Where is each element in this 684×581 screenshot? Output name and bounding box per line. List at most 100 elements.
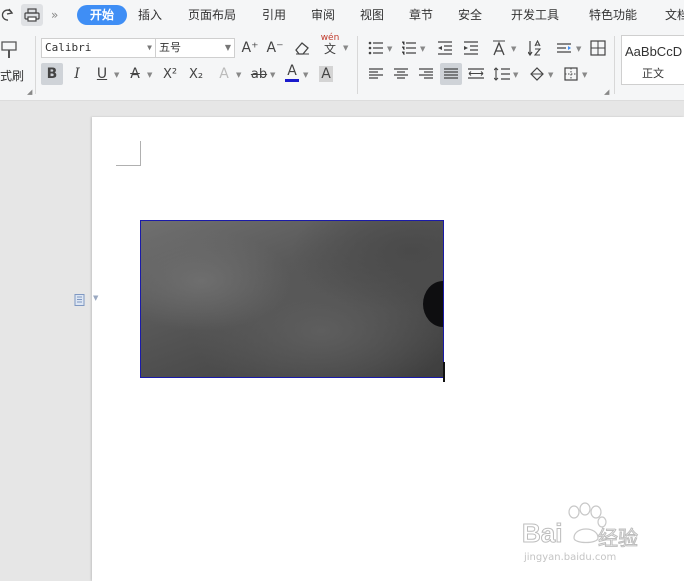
chevron-down-icon[interactable]: ▼	[343, 44, 348, 52]
group-expander-icon[interactable]: ◢	[604, 88, 609, 96]
tab-home[interactable]: 开始	[77, 5, 127, 25]
grow-font-button[interactable]: A⁺	[239, 37, 261, 59]
sort-button[interactable]	[525, 37, 547, 59]
decrease-indent-button[interactable]	[434, 37, 456, 59]
increase-indent-icon	[464, 41, 478, 55]
text-effect-button[interactable]: A	[213, 63, 235, 85]
tab-insert[interactable]: 插入	[138, 7, 162, 23]
chevron-down-icon[interactable]: ▼	[147, 71, 152, 79]
tab-developer-tools[interactable]: 开发工具	[511, 7, 559, 23]
font-name-select[interactable]: Calibri ▼	[41, 38, 156, 58]
table-insert-button[interactable]	[587, 37, 609, 59]
shading-button[interactable]	[526, 63, 548, 85]
strikethrough-button[interactable]: A	[124, 63, 146, 85]
line-spacing-button[interactable]	[553, 37, 575, 59]
chevron-down-icon[interactable]: ▼	[387, 45, 392, 53]
undo-icon[interactable]	[0, 6, 14, 24]
subscript-icon: X₂	[188, 66, 204, 82]
chevron-down-icon[interactable]: ▼	[303, 71, 308, 79]
chevron-down-icon[interactable]: ▼	[420, 45, 425, 53]
align-right-icon	[419, 68, 433, 79]
tab-references[interactable]: 引用	[262, 7, 286, 23]
chevron-down-icon[interactable]: ▼	[236, 71, 241, 79]
paint-bucket-icon	[530, 67, 544, 81]
shrink-font-icon: A⁻	[266, 40, 284, 56]
underline-icon: U	[96, 66, 108, 82]
borders-icon	[564, 67, 578, 81]
tab-review[interactable]: 审阅	[311, 7, 335, 23]
italic-button[interactable]: I	[66, 63, 88, 85]
font-size-value: 五号	[159, 41, 181, 54]
print-icon[interactable]	[21, 4, 43, 26]
inserted-image[interactable]	[140, 220, 444, 378]
highlight-button[interactable]: ab	[248, 63, 270, 85]
text-direction-button[interactable]	[488, 37, 510, 59]
group-expander-icon[interactable]: ◢	[27, 88, 32, 96]
highlight-icon: ab	[250, 66, 268, 82]
underline-button[interactable]: U	[91, 63, 113, 85]
character-shading-button[interactable]: A	[315, 63, 337, 85]
tab-special-features[interactable]: 特色功能	[589, 7, 637, 23]
chevron-down-icon[interactable]: ▼	[548, 71, 553, 79]
justify-icon	[444, 68, 458, 79]
superscript-icon: X²	[162, 66, 178, 82]
distributed-align-button[interactable]	[465, 63, 487, 85]
table-icon	[590, 40, 606, 56]
font-color-button[interactable]: A	[281, 61, 303, 83]
align-left-icon	[369, 68, 383, 79]
paragraph-layout-icon[interactable]	[74, 291, 86, 306]
align-left-button[interactable]	[365, 63, 387, 85]
text-cursor	[443, 362, 445, 382]
superscript-button[interactable]: X²	[159, 63, 181, 85]
subscript-button[interactable]: X₂	[185, 63, 207, 85]
chevron-down-icon[interactable]: ▼	[270, 71, 275, 79]
italic-icon: I	[74, 66, 80, 82]
chevron-down-icon: ▼	[147, 43, 152, 52]
separator	[614, 36, 615, 94]
chevron-down-icon[interactable]: ▼	[511, 45, 516, 53]
bold-button[interactable]: B	[41, 63, 63, 85]
style-preview-text: AaBbCcD	[625, 44, 683, 59]
tab-chapter[interactable]: 章节	[409, 7, 433, 23]
tab-view[interactable]: 视图	[360, 7, 384, 23]
tab-page-layout[interactable]: 页面布局	[188, 7, 236, 23]
eraser-icon	[295, 42, 309, 55]
separator	[357, 36, 358, 94]
chevron-down-icon[interactable]: ▼	[513, 71, 518, 79]
watermark-brand-cn: 经验	[598, 526, 639, 551]
chevron-down-icon[interactable]: ▼	[576, 45, 581, 53]
borders-button[interactable]	[560, 63, 582, 85]
style-gallery-normal[interactable]: AaBbCcD 正文	[621, 35, 684, 85]
phonetic-guide-button[interactable]: wén 文	[319, 34, 341, 56]
chevron-down-icon[interactable]: ▼	[114, 71, 119, 79]
clear-format-button[interactable]	[291, 37, 313, 59]
font-color-bar	[285, 78, 299, 82]
increase-indent-button[interactable]	[460, 37, 482, 59]
chevron-down-icon[interactable]: ▼	[582, 71, 587, 79]
format-painter-label[interactable]: 式刷	[0, 67, 24, 84]
strikethrough-icon: A	[130, 66, 140, 82]
font-size-select[interactable]: 五号 ▼	[155, 38, 235, 58]
phonetic-bottom-text: 文	[323, 42, 336, 56]
tab-document[interactable]: 文档	[665, 7, 684, 23]
decrease-indent-icon	[438, 41, 452, 55]
text-direction-icon	[493, 40, 505, 56]
align-right-button[interactable]	[415, 63, 437, 85]
paragraph-spacing-icon	[494, 67, 510, 81]
tab-security[interactable]: 安全	[458, 7, 482, 23]
format-painter-icon[interactable]	[0, 38, 18, 60]
more-tabs-icon[interactable]: »	[51, 7, 58, 23]
distributed-align-icon	[468, 68, 484, 79]
sort-icon	[528, 40, 542, 56]
grow-font-icon: A⁺	[241, 40, 259, 56]
menu-bar: » 开始 插入 页面布局 引用 审阅 视图 章节 安全 开发工具 特色功能 文档	[0, 0, 684, 30]
numbered-list-button[interactable]	[398, 37, 420, 59]
baidu-jingyan-watermark: Bai 经验 jingyan.baidu.com	[521, 500, 652, 570]
justify-button[interactable]	[440, 63, 462, 85]
bullet-list-button[interactable]	[365, 37, 387, 59]
font-name-value: Calibri	[45, 41, 92, 54]
chevron-down-icon[interactable]: ▼	[93, 294, 98, 302]
paragraph-spacing-button[interactable]	[491, 63, 513, 85]
align-center-button[interactable]	[390, 63, 412, 85]
shrink-font-button[interactable]: A⁻	[264, 37, 286, 59]
